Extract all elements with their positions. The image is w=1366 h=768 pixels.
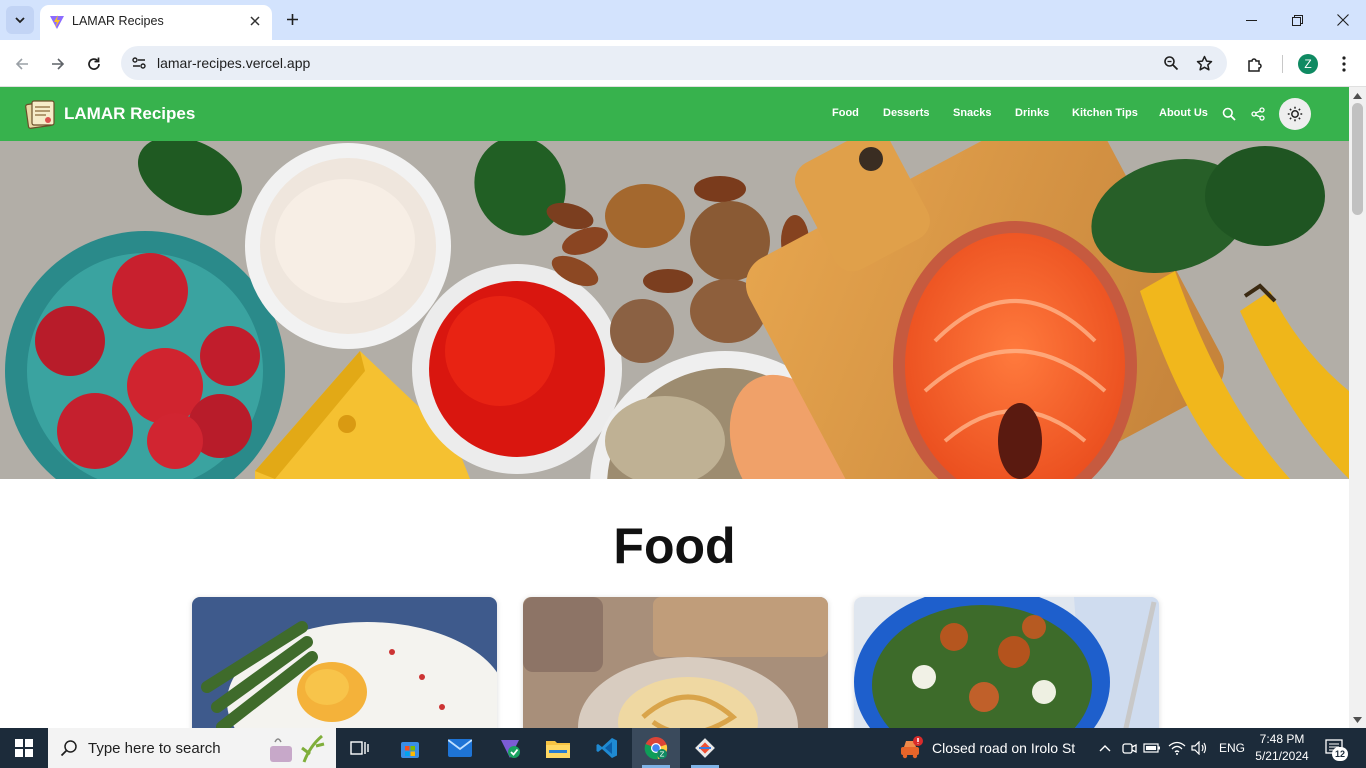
profile-avatar[interactable]: Z bbox=[1294, 50, 1322, 78]
theme-toggle-button[interactable] bbox=[1279, 98, 1311, 130]
chevron-up-icon[interactable] bbox=[1096, 739, 1114, 757]
nav-link-snacks[interactable]: Snacks bbox=[953, 107, 992, 119]
browser-toolbar: lamar-recipes.vercel.app Z bbox=[0, 40, 1366, 87]
search-icon[interactable] bbox=[1221, 106, 1237, 122]
scroll-down-icon[interactable] bbox=[1353, 715, 1362, 724]
recipe-card[interactable] bbox=[523, 597, 828, 728]
profile-initial: Z bbox=[1298, 54, 1318, 74]
hero-banner bbox=[0, 141, 1349, 479]
close-tab-icon[interactable] bbox=[246, 12, 264, 30]
site-info-icon[interactable] bbox=[127, 51, 151, 75]
nav-link-drinks[interactable]: Drinks bbox=[1015, 107, 1049, 119]
search-highlight-icon bbox=[270, 734, 325, 763]
meet-now-icon[interactable] bbox=[1120, 739, 1138, 757]
language-indicator[interactable]: ENG bbox=[1219, 741, 1245, 755]
road-closed-icon bbox=[901, 736, 923, 759]
file-explorer-icon[interactable] bbox=[534, 728, 582, 768]
scroll-up-icon[interactable] bbox=[1353, 91, 1362, 100]
mail-icon[interactable] bbox=[436, 728, 484, 768]
brand-link[interactable]: LAMAR Recipes bbox=[24, 97, 195, 131]
back-icon[interactable] bbox=[8, 50, 36, 78]
svg-text:Z: Z bbox=[660, 751, 665, 759]
vite-favicon-icon bbox=[50, 15, 64, 29]
notification-count-badge: 12 bbox=[1332, 747, 1348, 761]
battery-icon[interactable] bbox=[1143, 739, 1161, 757]
page-scrollbar[interactable] bbox=[1349, 87, 1366, 728]
task-view-icon[interactable] bbox=[336, 728, 384, 768]
recipe-card[interactable] bbox=[192, 597, 497, 728]
security-app-icon[interactable] bbox=[486, 728, 534, 768]
windows-start-icon[interactable] bbox=[0, 728, 48, 768]
recipe-card[interactable] bbox=[854, 597, 1159, 728]
scrollbar-thumb[interactable] bbox=[1352, 103, 1363, 215]
site-navbar: LAMAR Recipes Food Desserts Snacks Drink… bbox=[0, 87, 1349, 141]
nav-link-about-us[interactable]: About Us bbox=[1159, 107, 1208, 119]
clock-date: 5/21/2024 bbox=[1255, 749, 1309, 763]
sun-icon bbox=[1287, 106, 1303, 122]
wifi-icon[interactable] bbox=[1168, 739, 1186, 757]
recipe-book-logo-icon bbox=[25, 100, 55, 129]
vscode-icon[interactable] bbox=[583, 728, 631, 768]
news-headline: Closed road on Irolo St bbox=[932, 740, 1076, 756]
healthy-food-banner-image bbox=[0, 141, 1349, 479]
section-title: Food bbox=[613, 518, 736, 574]
windows-taskbar: Type here to search Z Closed road on Iro… bbox=[0, 728, 1366, 768]
share-icon[interactable] bbox=[1250, 106, 1266, 122]
brand-name: LAMAR Recipes bbox=[64, 104, 196, 123]
nav-link-food[interactable]: Food bbox=[832, 107, 859, 119]
url-text[interactable]: lamar-recipes.vercel.app bbox=[157, 55, 310, 71]
restore-icon[interactable] bbox=[1274, 6, 1320, 34]
toolbar-divider bbox=[1282, 55, 1283, 73]
extensions-icon[interactable] bbox=[1240, 50, 1268, 78]
clock-time: 7:48 PM bbox=[1259, 732, 1305, 746]
page-viewport: LAMAR Recipes Food Desserts Snacks Drink… bbox=[0, 87, 1349, 728]
pastry-rolls-image bbox=[523, 597, 828, 728]
nav-link-desserts[interactable]: Desserts bbox=[883, 107, 929, 119]
tab-list-button[interactable] bbox=[6, 6, 34, 34]
close-window-icon[interactable] bbox=[1320, 6, 1366, 34]
volume-icon[interactable] bbox=[1191, 739, 1209, 757]
minimize-icon[interactable] bbox=[1228, 6, 1274, 34]
tab-title: LAMAR Recipes bbox=[72, 14, 164, 28]
nav-link-kitchen-tips[interactable]: Kitchen Tips bbox=[1072, 107, 1138, 119]
taskbar-clock[interactable]: 7:48 PM 5/21/2024 bbox=[1252, 731, 1312, 765]
news-widget[interactable]: Closed road on Irolo St bbox=[898, 728, 1075, 768]
browser-tab-bar: LAMAR Recipes bbox=[0, 0, 1366, 40]
microsoft-store-icon[interactable] bbox=[386, 728, 434, 768]
chrome-icon[interactable]: Z bbox=[632, 728, 680, 768]
chevron-down-icon bbox=[15, 17, 25, 24]
browser-tab[interactable]: LAMAR Recipes bbox=[40, 5, 272, 40]
zoom-icon[interactable] bbox=[1159, 51, 1183, 75]
chicken-salad-bowl-image bbox=[854, 597, 1159, 728]
bookmark-star-icon[interactable] bbox=[1192, 51, 1216, 75]
git-tool-icon[interactable] bbox=[681, 728, 729, 768]
forward-icon[interactable] bbox=[44, 50, 72, 78]
fried-egg-asparagus-image bbox=[192, 597, 497, 728]
search-icon bbox=[60, 740, 77, 757]
address-bar[interactable]: lamar-recipes.vercel.app bbox=[121, 46, 1227, 80]
taskbar-search-placeholder: Type here to search bbox=[88, 740, 221, 757]
menu-kebab-icon[interactable] bbox=[1330, 50, 1358, 78]
new-tab-icon[interactable] bbox=[281, 8, 303, 30]
reload-icon[interactable] bbox=[80, 50, 108, 78]
